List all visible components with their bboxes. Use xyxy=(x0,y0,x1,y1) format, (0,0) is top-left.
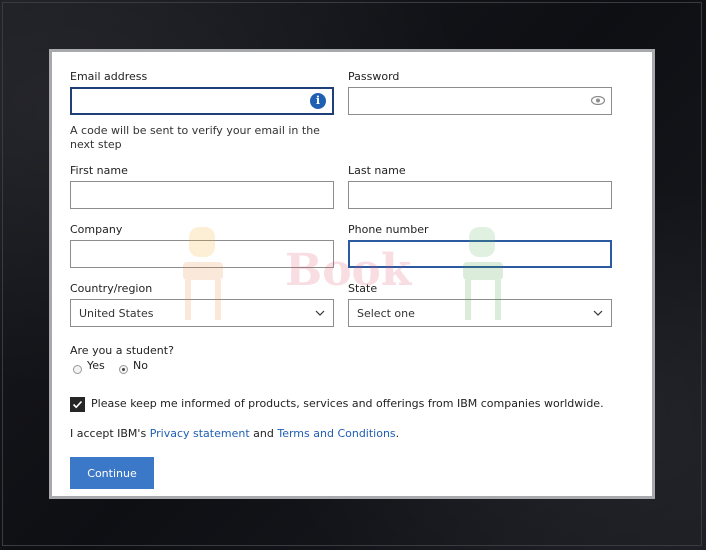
country-value: United States xyxy=(79,307,154,320)
last-name-label: Last name xyxy=(348,164,406,177)
first-name-label: First name xyxy=(70,164,128,177)
registration-form: Email address i A code will be sent to v… xyxy=(49,49,655,499)
state-label: State xyxy=(348,282,378,295)
consent-checkbox[interactable] xyxy=(70,397,85,412)
terms-and: and xyxy=(253,427,274,440)
last-name-input[interactable] xyxy=(349,182,611,208)
student-yes-label: Yes xyxy=(87,359,105,372)
email-field[interactable]: i xyxy=(70,87,334,115)
chevron-down-icon xyxy=(593,310,603,316)
password-label: Password xyxy=(348,70,400,83)
terms-conditions-link[interactable]: Terms and Conditions xyxy=(277,427,395,440)
country-label: Country/region xyxy=(70,282,153,295)
phone-input[interactable] xyxy=(350,242,610,266)
continue-button[interactable]: Continue xyxy=(70,457,154,489)
state-value: Select one xyxy=(357,307,415,320)
student-yes-radio[interactable] xyxy=(73,365,82,374)
student-no-label: No xyxy=(133,359,148,372)
country-select[interactable]: United States xyxy=(70,299,334,327)
terms-suffix: . xyxy=(395,427,400,440)
first-name-field[interactable] xyxy=(70,181,334,209)
company-field[interactable] xyxy=(70,240,334,268)
company-input[interactable] xyxy=(71,241,333,267)
state-select[interactable]: Select one xyxy=(348,299,612,327)
checkmark-icon xyxy=(72,400,83,409)
first-name-input[interactable] xyxy=(71,182,333,208)
email-input[interactable] xyxy=(72,89,332,113)
email-label: Email address xyxy=(70,70,148,83)
email-hint: A code will be sent to verify your email… xyxy=(70,124,320,151)
terms-prefix: I accept IBM's xyxy=(70,427,147,440)
company-label: Company xyxy=(70,223,123,236)
eye-icon[interactable] xyxy=(591,96,605,105)
password-input[interactable] xyxy=(349,88,611,114)
last-name-field[interactable] xyxy=(348,181,612,209)
password-field[interactable] xyxy=(348,87,612,115)
consent-label: Please keep me informed of products, ser… xyxy=(91,397,604,410)
terms-text: I accept IBM's Privacy statement and Ter… xyxy=(70,427,399,440)
privacy-statement-link[interactable]: Privacy statement xyxy=(150,427,250,440)
phone-field[interactable] xyxy=(348,240,612,268)
student-no-radio[interactable] xyxy=(119,365,128,374)
phone-label: Phone number xyxy=(348,223,429,236)
info-icon[interactable]: i xyxy=(310,93,326,109)
student-question: Are you a student? xyxy=(70,344,174,357)
chevron-down-icon xyxy=(315,310,325,316)
